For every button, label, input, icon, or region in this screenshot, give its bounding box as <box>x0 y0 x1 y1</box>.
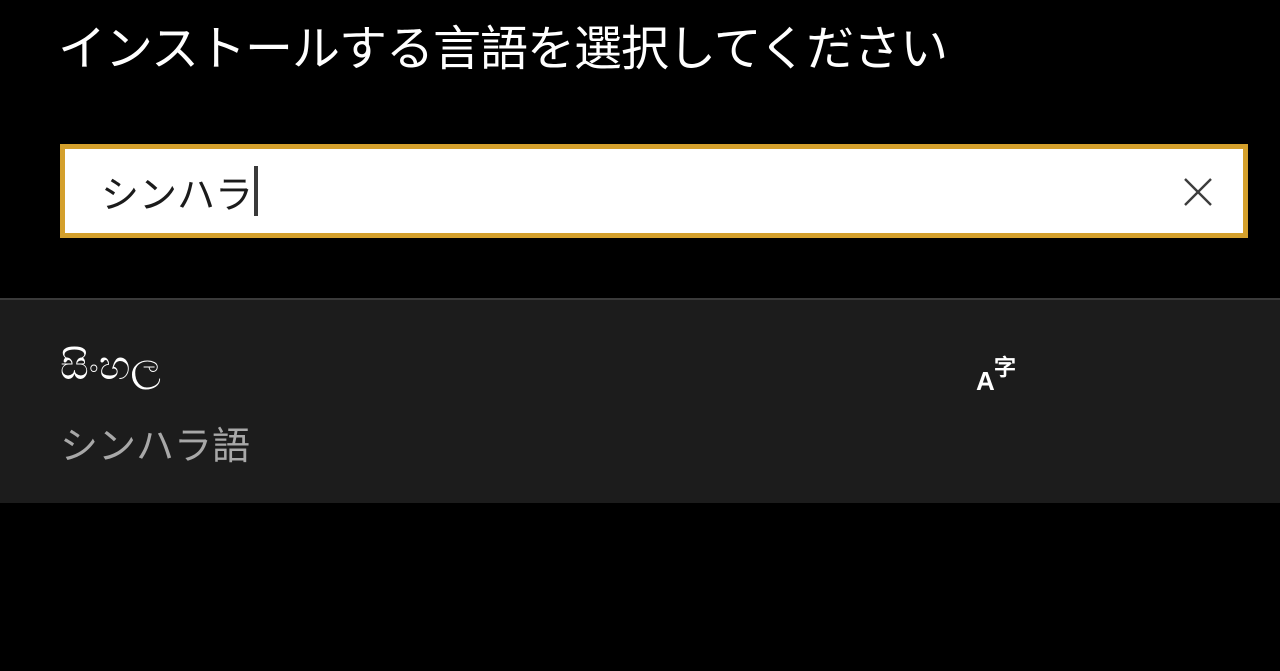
language-native-name: සිංහල <box>60 343 161 389</box>
language-search-box[interactable]: シンハラ <box>60 144 1248 238</box>
search-input-value: シンハラ <box>101 172 254 217</box>
text-input-icon: A 字 <box>974 350 1026 398</box>
clear-search-button[interactable] <box>1181 175 1215 209</box>
text-caret <box>254 166 259 216</box>
language-local-name: シンハラ語 <box>60 424 251 468</box>
page-title: インストールする言語を選択してください <box>58 21 948 77</box>
search-input[interactable]: シンハラ <box>101 163 259 219</box>
text-input-icon-kanji: 字 <box>994 356 1017 381</box>
text-input-icon-latin: A <box>976 366 995 396</box>
close-icon <box>1184 178 1212 206</box>
language-result-item[interactable]: සිංහල シンハラ語 A 字 <box>0 300 1280 503</box>
